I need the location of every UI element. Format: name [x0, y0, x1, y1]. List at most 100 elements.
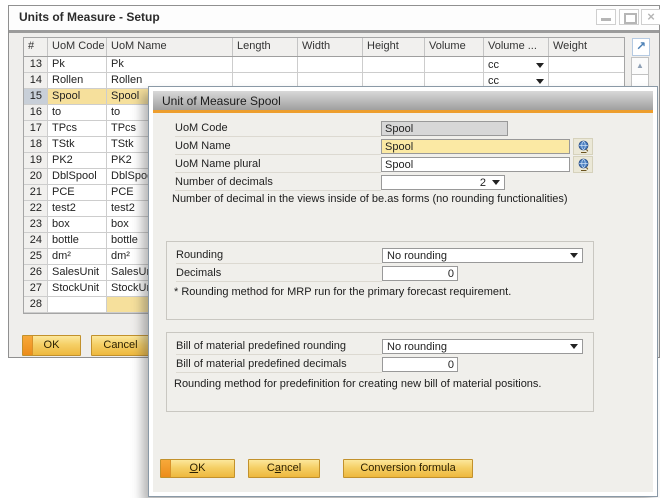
- cell-num[interactable]: 22: [24, 201, 48, 217]
- dropdown-arrow-icon[interactable]: [536, 63, 544, 68]
- column-header-code[interactable]: UoM Code: [48, 38, 107, 56]
- column-header-volume-unit[interactable]: Volume ...: [484, 38, 549, 56]
- cell-num[interactable]: 13: [24, 57, 48, 73]
- column-header-length[interactable]: Length: [233, 38, 298, 56]
- number-of-decimals-value: 2: [480, 177, 486, 189]
- language-globe-icon: [577, 158, 590, 172]
- table-header-row: #UoM CodeUoM NameLengthWidthHeightVolume…: [24, 38, 624, 57]
- maximize-button[interactable]: [619, 9, 639, 25]
- maximize-icon: [624, 13, 637, 24]
- bom-decimals-field[interactable]: [382, 357, 458, 372]
- column-header-volume[interactable]: Volume: [425, 38, 484, 56]
- bom-note: Rounding method for predefinition for cr…: [174, 378, 541, 390]
- dialog-cancel-button[interactable]: Cancel: [248, 459, 320, 478]
- cell-code[interactable]: SalesUnit: [48, 265, 107, 281]
- rounding-value: No rounding: [387, 250, 447, 262]
- uom-name-label: UoM Name: [175, 139, 381, 155]
- cell-code[interactable]: to: [48, 105, 107, 121]
- cell-code[interactable]: [48, 297, 107, 313]
- expand-form-button[interactable]: ↗: [632, 38, 650, 56]
- bom-rounding-dropdown[interactable]: No rounding: [382, 339, 583, 354]
- cell-volume-unit[interactable]: cc: [484, 57, 549, 73]
- cell-num[interactable]: 18: [24, 137, 48, 153]
- column-header-weight[interactable]: Weight: [549, 38, 624, 56]
- dropdown-arrow-icon[interactable]: [536, 79, 544, 84]
- uom-name-plural-label: UoM Name plural: [175, 157, 381, 173]
- cell-code[interactable]: bottle: [48, 233, 107, 249]
- cell-code[interactable]: test2: [48, 201, 107, 217]
- column-header-num[interactable]: #: [24, 38, 48, 56]
- cell-num[interactable]: 17: [24, 121, 48, 137]
- window-titlebar[interactable]: Units of Measure - Setup ×: [9, 6, 659, 30]
- number-of-decimals-label: Number of decimals: [175, 175, 381, 191]
- cell-num[interactable]: 14: [24, 73, 48, 89]
- cell-weight[interactable]: [549, 57, 624, 73]
- setup-ok-button[interactable]: OK: [22, 335, 81, 356]
- cell-width[interactable]: [298, 57, 363, 73]
- cell-code[interactable]: PCE: [48, 185, 107, 201]
- cell-num[interactable]: 19: [24, 153, 48, 169]
- cell-code[interactable]: PK2: [48, 153, 107, 169]
- uom-name-field[interactable]: [381, 139, 570, 154]
- dialog-titlebar[interactable]: Unit of Measure Spool: [153, 91, 653, 110]
- decimals-hint-text: Number of decimal in the views inside of…: [172, 193, 568, 205]
- volume-unit-value: cc: [488, 59, 536, 71]
- cell-num[interactable]: 21: [24, 185, 48, 201]
- cell-num[interactable]: 23: [24, 217, 48, 233]
- titlebar-divider: [9, 30, 659, 33]
- scroll-up-icon: ▲: [636, 61, 644, 70]
- cell-num[interactable]: 24: [24, 233, 48, 249]
- language-globe-icon: [577, 140, 590, 154]
- dropdown-arrow-icon: [570, 253, 578, 258]
- cell-code[interactable]: TPcs: [48, 121, 107, 137]
- column-header-height[interactable]: Height: [363, 38, 425, 56]
- decimals-label: Decimals: [176, 266, 382, 282]
- column-header-name[interactable]: UoM Name: [107, 38, 233, 56]
- cell-code[interactable]: StockUnit: [48, 281, 107, 297]
- setup-cancel-button[interactable]: Cancel: [91, 335, 150, 356]
- uom-code-field: [381, 121, 508, 136]
- number-of-decimals-dropdown[interactable]: 2: [381, 175, 505, 190]
- unit-of-measure-dialog: Unit of Measure Spool UoM Code UoM Name …: [148, 86, 658, 497]
- cell-code[interactable]: Spool: [48, 89, 107, 105]
- cell-num[interactable]: 26: [24, 265, 48, 281]
- rounding-label: Rounding: [176, 248, 382, 264]
- cell-length[interactable]: [233, 57, 298, 73]
- cell-code[interactable]: box: [48, 217, 107, 233]
- conversion-formula-button[interactable]: Conversion formula: [343, 459, 473, 478]
- cell-code[interactable]: DblSpool: [48, 169, 107, 185]
- cell-num[interactable]: 27: [24, 281, 48, 297]
- cell-code[interactable]: Rollen: [48, 73, 107, 89]
- cell-code[interactable]: Pk: [48, 57, 107, 73]
- bom-groupbox: Bill of material predefined rounding No …: [166, 332, 594, 412]
- window-title: Units of Measure - Setup: [19, 10, 160, 24]
- cell-volume[interactable]: [425, 57, 484, 73]
- dialog-accent-line: [153, 110, 653, 113]
- dropdown-arrow-icon: [492, 180, 500, 185]
- bom-rounding-value: No rounding: [387, 341, 447, 353]
- dialog-content: Unit of Measure Spool UoM Code UoM Name …: [153, 91, 653, 492]
- cell-num[interactable]: 16: [24, 105, 48, 121]
- scroll-up-button[interactable]: ▲: [632, 58, 648, 75]
- close-button[interactable]: ×: [641, 9, 660, 25]
- rounding-groupbox: Rounding No rounding Decimals * Rounding…: [166, 241, 594, 320]
- cell-num[interactable]: 25: [24, 249, 48, 265]
- rounding-note: * Rounding method for MRP run for the pr…: [174, 286, 511, 298]
- column-header-width[interactable]: Width: [298, 38, 363, 56]
- translate-plural-button[interactable]: [573, 156, 593, 173]
- minimize-button[interactable]: [596, 9, 616, 25]
- uom-name-plural-field[interactable]: [381, 157, 570, 172]
- decimals-field[interactable]: [382, 266, 458, 281]
- cell-num[interactable]: 20: [24, 169, 48, 185]
- translate-button[interactable]: [573, 138, 593, 155]
- cell-num[interactable]: 15: [24, 89, 48, 105]
- rounding-dropdown[interactable]: No rounding: [382, 248, 583, 263]
- cell-name[interactable]: Pk: [107, 57, 233, 73]
- dialog-ok-button[interactable]: OK: [160, 459, 235, 478]
- expand-arrow-icon: ↗: [636, 39, 646, 53]
- cell-num[interactable]: 28: [24, 297, 48, 313]
- cell-height[interactable]: [363, 57, 425, 73]
- cell-code[interactable]: dm²: [48, 249, 107, 265]
- dialog-title: Unit of Measure Spool: [162, 94, 281, 108]
- cell-code[interactable]: TStk: [48, 137, 107, 153]
